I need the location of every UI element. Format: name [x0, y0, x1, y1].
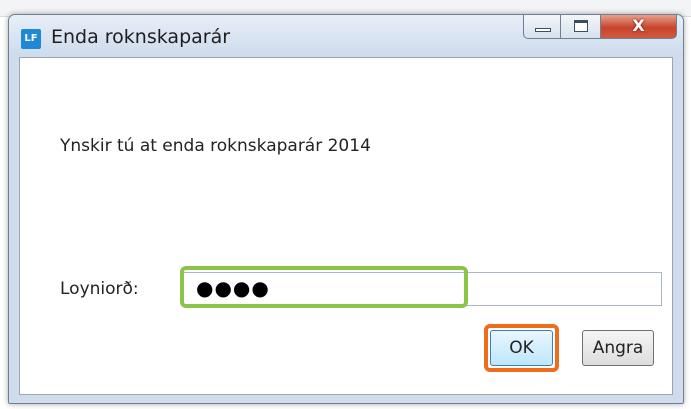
confirm-message: Ynskir tú at enda roknskaparár 2014 [60, 136, 371, 156]
ok-button[interactable]: OK [490, 330, 553, 366]
minimize-icon [535, 28, 551, 32]
cancel-button[interactable]: Angra [582, 330, 654, 366]
close-icon: X [632, 16, 645, 35]
caption-buttons: X [523, 15, 677, 41]
dialog-body: Ynskir tú at enda roknskaparár 2014 Loyn… [19, 57, 673, 395]
close-button[interactable]: X [601, 15, 677, 39]
password-label: Loyniorð: [60, 279, 139, 299]
title-bar[interactable]: LF Enda roknskaparár X [9, 15, 683, 55]
dialog-window: LF Enda roknskaparár X Ynskir tú at enda… [8, 14, 684, 404]
minimize-button[interactable] [523, 15, 561, 39]
maximize-button[interactable] [561, 15, 601, 39]
maximize-icon [574, 20, 588, 32]
window-title: Enda roknskaparár [51, 26, 231, 48]
app-icon: LF [21, 29, 41, 49]
password-highlight [180, 266, 468, 308]
